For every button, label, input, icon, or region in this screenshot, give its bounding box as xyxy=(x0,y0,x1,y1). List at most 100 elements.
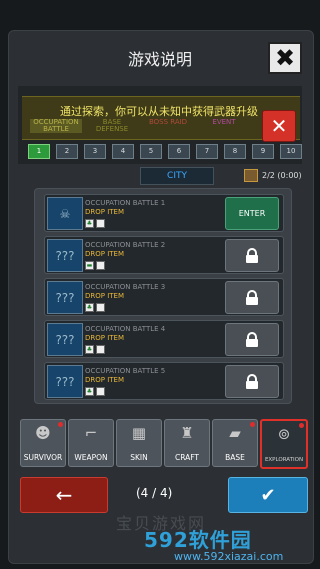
locked-button[interactable] xyxy=(225,281,279,314)
location-progress: 2/2 (0:00) xyxy=(244,169,302,182)
tab-weapon[interactable]: ⌐ WEAPON xyxy=(68,419,114,467)
bg-tab-event: EVENT xyxy=(212,118,236,126)
drop-label: DROP ITEM xyxy=(85,250,125,258)
drop-label: DROP ITEM xyxy=(85,376,125,384)
notification-dot xyxy=(299,423,304,428)
page-button-6[interactable]: 6 xyxy=(168,144,190,159)
tab-craft[interactable]: ♜ CRAFT xyxy=(164,419,210,467)
tab-label: WEAPON xyxy=(74,453,108,462)
page-indicator: (4 / 4) xyxy=(136,486,173,500)
battle-row-5: ??? OCCUPATION BATTLE 5 DROP ITEM ♣ xyxy=(44,362,284,400)
chest-icon xyxy=(244,169,258,182)
notification-dot xyxy=(250,422,255,427)
unknown-thumbnail: ??? xyxy=(47,281,83,314)
page-button-9[interactable]: 9 xyxy=(252,144,274,159)
close-icon: ✕ xyxy=(270,114,288,138)
battle-name: OCCUPATION BATTLE 1 xyxy=(85,199,166,207)
bg-tab-boss-raid: BOSS RAID xyxy=(148,118,188,126)
battle-row-1: ☠ OCCUPATION BATTLE 1 DROP ITEM ♣ ENTER xyxy=(44,194,284,232)
banner-text: 通过探索，你可以从未知中获得武器升级 xyxy=(60,105,258,118)
battle-name: OCCUPATION BATTLE 4 xyxy=(85,325,166,333)
battle-row-2: ??? OCCUPATION BATTLE 2 DROP ITEM ▬ xyxy=(44,236,284,274)
unknown-thumbnail: ??? xyxy=(47,323,83,356)
leaf-icon: ♣ xyxy=(85,345,94,354)
drop-label: DROP ITEM xyxy=(85,334,125,342)
leaf-icon: ♣ xyxy=(85,387,94,396)
tab-label: BASE xyxy=(225,453,245,462)
page-button-4[interactable]: 4 xyxy=(112,144,134,159)
weapon-icon: ⌐ xyxy=(84,424,98,442)
survivor-icon: ☻ xyxy=(35,424,51,442)
progress-text: 2/2 (0:00) xyxy=(262,171,302,180)
tab-label: EXPLORATION xyxy=(264,457,304,463)
craft-icon: ♜ xyxy=(180,424,194,442)
drop-label: DROP ITEM xyxy=(85,292,125,300)
battle-row-3: ??? OCCUPATION BATTLE 3 DROP ITEM ♣ xyxy=(44,278,284,316)
gun-icon: ▬ xyxy=(85,261,94,270)
exploration-icon: ⊚ xyxy=(277,425,291,443)
tab-label: SKIN xyxy=(130,453,148,462)
battle-name: OCCUPATION BATTLE 2 xyxy=(85,241,166,249)
confirm-button[interactable]: ✔ xyxy=(228,477,308,513)
skin-icon: ▦ xyxy=(131,424,147,442)
page-button-5[interactable]: 5 xyxy=(140,144,162,159)
close-icon: ✖ xyxy=(274,44,296,72)
tab-label: CRAFT xyxy=(174,453,200,462)
drop-items: ♣ xyxy=(85,387,105,396)
lock-icon xyxy=(246,373,258,389)
page-button-1[interactable]: 1 xyxy=(28,144,50,159)
drop-items: ▬ xyxy=(85,261,105,270)
battle-row-4: ??? OCCUPATION BATTLE 4 DROP ITEM ♣ xyxy=(44,320,284,358)
unknown-thumbnail: ??? xyxy=(47,239,83,272)
tab-skin[interactable]: ▦ SKIN xyxy=(116,419,162,467)
drop-items: ♣ xyxy=(85,303,105,312)
location-label: CITY xyxy=(140,167,214,185)
page-button-10[interactable]: 10 xyxy=(280,144,302,159)
drop-items: ♣ xyxy=(85,345,105,354)
base-icon: ▰ xyxy=(229,424,241,442)
locked-button[interactable] xyxy=(225,365,279,398)
tab-base[interactable]: ▰ BASE xyxy=(212,419,258,467)
leaf-icon: ♣ xyxy=(85,303,94,312)
battle-name: OCCUPATION BATTLE 3 xyxy=(85,283,166,291)
tab-exploration[interactable]: ⊚ EXPLORATION xyxy=(260,419,308,469)
previous-page-button[interactable]: ← xyxy=(20,477,108,513)
close-banner-button[interactable]: ✕ xyxy=(262,110,296,142)
page-button-8[interactable]: 8 xyxy=(224,144,246,159)
watermark-logo: 592软件园 xyxy=(144,528,252,552)
leaf-icon: ♣ xyxy=(85,219,94,228)
paper-icon xyxy=(96,261,105,270)
arrow-left-icon: ← xyxy=(55,483,73,507)
tab-survivor[interactable]: ☻ SURVIVOR xyxy=(20,419,66,467)
paper-icon xyxy=(96,219,105,228)
drop-label: DROP ITEM xyxy=(85,208,125,216)
lock-icon xyxy=(246,331,258,347)
bg-tab-occupation: OCCUPATION BATTLE xyxy=(30,119,82,133)
bg-tab-base-defense: BASE DEFENSE xyxy=(95,118,129,133)
tutorial-banner: 通过探索，你可以从未知中获得武器升级 OCCUPATION BATTLE BAS… xyxy=(22,96,300,140)
notification-dot xyxy=(58,422,63,427)
main-menu-tabs: ☻ SURVIVOR ⌐ WEAPON ▦ SKIN ♜ CRAFT ▰ BAS… xyxy=(20,419,308,469)
unknown-thumbnail: ??? xyxy=(47,365,83,398)
page-button-7[interactable]: 7 xyxy=(196,144,218,159)
paper-icon xyxy=(96,345,105,354)
zombie-thumbnail: ☠ xyxy=(47,197,83,230)
paper-icon xyxy=(96,303,105,312)
page-button-2[interactable]: 2 xyxy=(56,144,78,159)
locked-button[interactable] xyxy=(225,239,279,272)
locked-button[interactable] xyxy=(225,323,279,356)
lock-icon xyxy=(246,289,258,305)
close-dialog-button[interactable]: ✖ xyxy=(268,42,302,74)
background-mode-tabs: OCCUPATION BATTLE BASE DEFENSE BOSS RAID… xyxy=(30,119,270,133)
stage-page-selector: 1 2 3 4 5 6 7 8 9 10 xyxy=(28,144,302,159)
lock-icon xyxy=(246,247,258,263)
page-button-3[interactable]: 3 xyxy=(84,144,106,159)
enter-button[interactable]: ENTER xyxy=(225,197,279,230)
paper-icon xyxy=(96,387,105,396)
checkmark-icon: ✔ xyxy=(260,484,276,506)
battle-list: ☠ OCCUPATION BATTLE 1 DROP ITEM ♣ ENTER … xyxy=(34,188,292,404)
drop-items: ♣ xyxy=(85,219,105,228)
watermark-url: www.592xiazai.com xyxy=(174,550,284,563)
battle-name: OCCUPATION BATTLE 5 xyxy=(85,367,166,375)
tab-label: SURVIVOR xyxy=(23,453,63,462)
